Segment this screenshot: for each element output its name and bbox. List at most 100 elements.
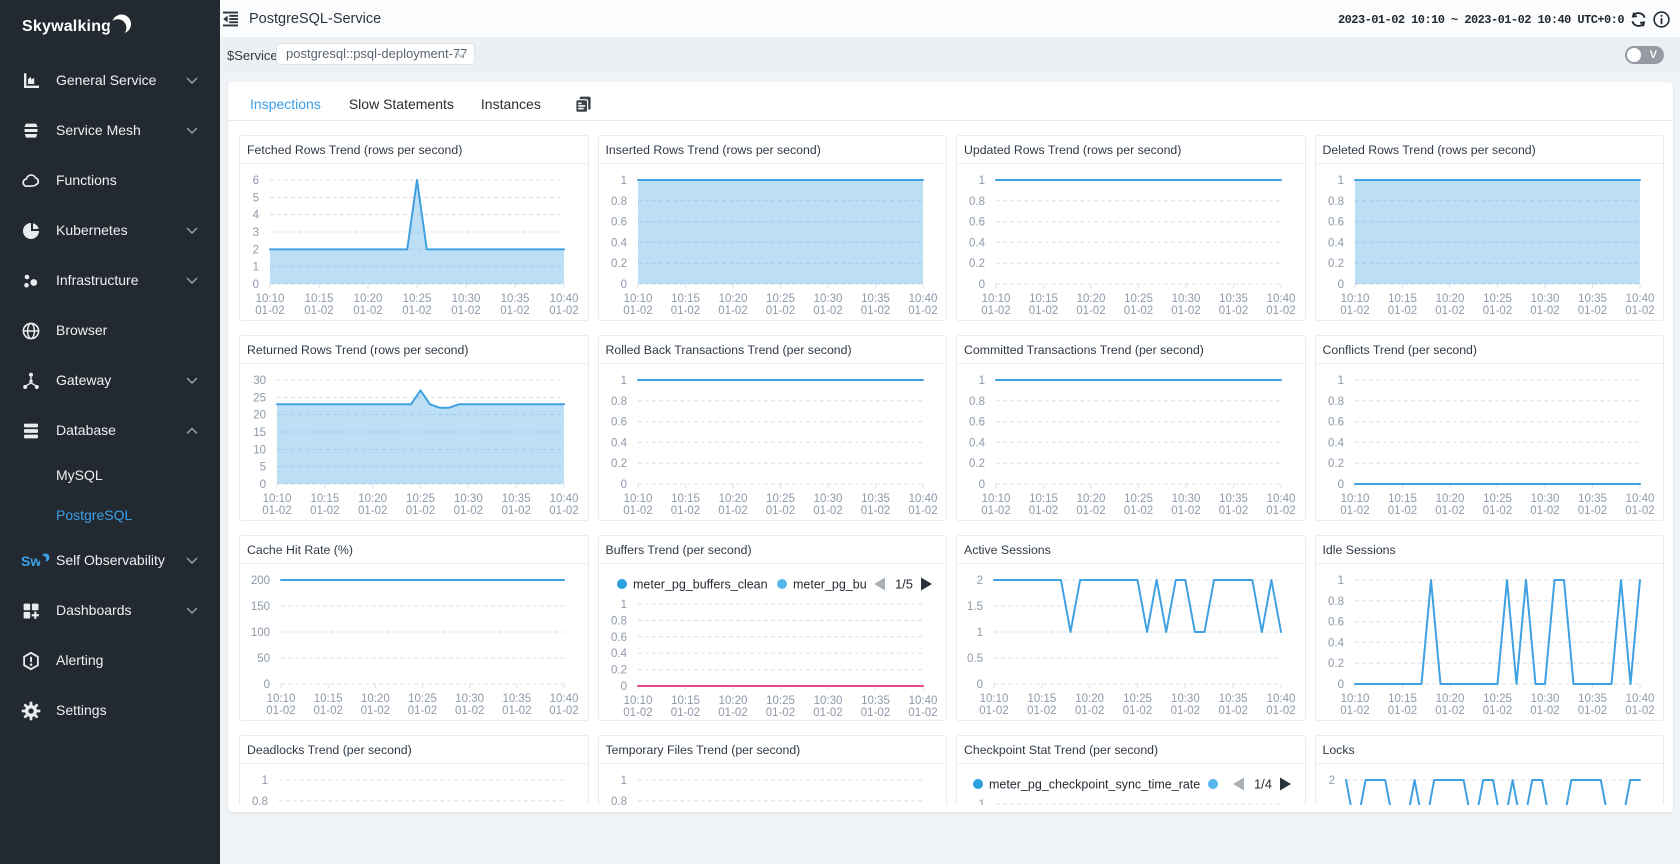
svg-text:10:35: 10:35 <box>861 293 890 305</box>
svg-text:0.2: 0.2 <box>1328 258 1344 270</box>
svg-text:01-02: 01-02 <box>860 707 889 719</box>
svg-text:0: 0 <box>264 679 270 691</box>
svg-text:01-02: 01-02 <box>455 705 484 717</box>
svg-text:10:25: 10:25 <box>1124 293 1153 305</box>
svg-text:10:15: 10:15 <box>314 693 343 705</box>
svg-text:10:10: 10:10 <box>980 693 1009 705</box>
svg-text:01-02: 01-02 <box>765 505 794 517</box>
svg-text:01-02: 01-02 <box>454 505 483 517</box>
svg-text:150: 150 <box>251 601 270 613</box>
svg-text:10:35: 10:35 <box>861 695 890 707</box>
svg-text:10:25: 10:25 <box>1124 493 1153 505</box>
svg-text:10: 10 <box>253 444 266 456</box>
svg-text:0.4: 0.4 <box>1328 437 1345 449</box>
svg-text:01-02: 01-02 <box>979 705 1008 717</box>
svg-text:0.8: 0.8 <box>611 196 627 208</box>
svg-text:Sw: Sw <box>21 553 41 569</box>
svg-text:01-02: 01-02 <box>266 705 295 717</box>
svg-text:10:15: 10:15 <box>1029 293 1058 305</box>
svg-text:01-02: 01-02 <box>1340 705 1369 717</box>
svg-text:01-02: 01-02 <box>1266 705 1295 717</box>
svg-text:10:35: 10:35 <box>1578 293 1607 305</box>
svg-text:01-02: 01-02 <box>406 505 435 517</box>
svg-text:0: 0 <box>253 279 259 291</box>
svg-text:10:15: 10:15 <box>1029 493 1058 505</box>
svg-text:10:35: 10:35 <box>1219 293 1248 305</box>
svg-text:01-02: 01-02 <box>1171 305 1200 317</box>
svg-text:10:25: 10:25 <box>766 293 795 305</box>
svg-text:0.6: 0.6 <box>969 417 985 429</box>
svg-text:01-02: 01-02 <box>500 305 529 317</box>
svg-text:10:15: 10:15 <box>671 695 700 707</box>
svg-text:01-02: 01-02 <box>1027 705 1056 717</box>
svg-text:01-02: 01-02 <box>1171 705 1200 717</box>
svg-text:01-02: 01-02 <box>1387 305 1416 317</box>
svg-text:01-02: 01-02 <box>813 305 842 317</box>
svg-text:01-02: 01-02 <box>304 305 333 317</box>
svg-text:01-02: 01-02 <box>981 505 1010 517</box>
svg-text:6: 6 <box>253 175 259 187</box>
svg-text:10:10: 10:10 <box>1340 493 1369 505</box>
svg-text:01-02: 01-02 <box>1171 505 1200 517</box>
svg-text:01-02: 01-02 <box>670 505 699 517</box>
svg-text:1: 1 <box>253 262 259 274</box>
svg-text:meter_pg_buffers_clean: meter_pg_buffers_clean <box>633 578 768 592</box>
svg-text:0.4: 0.4 <box>611 237 628 249</box>
svg-text:10:30: 10:30 <box>1530 493 1559 505</box>
svg-text:10:15: 10:15 <box>1388 493 1417 505</box>
svg-text:01-02: 01-02 <box>718 505 747 517</box>
svg-text:0.8: 0.8 <box>611 615 627 627</box>
svg-text:0: 0 <box>620 681 626 693</box>
svg-text:1: 1 <box>620 599 626 611</box>
svg-text:10:15: 10:15 <box>671 493 700 505</box>
svg-text:10:35: 10:35 <box>1578 493 1607 505</box>
svg-text:1: 1 <box>977 627 983 639</box>
svg-text:10:25: 10:25 <box>403 293 432 305</box>
svg-text:01-02: 01-02 <box>1577 305 1606 317</box>
svg-text:0.8: 0.8 <box>969 396 985 408</box>
svg-text:10:25: 10:25 <box>1483 693 1512 705</box>
svg-text:10:15: 10:15 <box>305 293 334 305</box>
svg-text:0.2: 0.2 <box>969 258 985 270</box>
svg-text:01-02: 01-02 <box>1340 305 1369 317</box>
svg-text:10:40: 10:40 <box>1267 293 1296 305</box>
svg-text:0.4: 0.4 <box>969 237 986 249</box>
svg-text:01-02: 01-02 <box>353 305 382 317</box>
svg-text:01-02: 01-02 <box>1266 305 1295 317</box>
svg-text:1: 1 <box>979 799 985 805</box>
svg-text:meter_pg_checkpoint_sync_time_: meter_pg_checkpoint_sync_time_rate <box>989 778 1200 792</box>
svg-text:0: 0 <box>620 279 626 291</box>
svg-text:0.8: 0.8 <box>1328 596 1344 608</box>
svg-text:3: 3 <box>253 227 259 239</box>
svg-text:01-02: 01-02 <box>1577 505 1606 517</box>
svg-text:0.8: 0.8 <box>1328 396 1344 408</box>
svg-text:10:40: 10:40 <box>1267 493 1296 505</box>
svg-text:01-02: 01-02 <box>1482 505 1511 517</box>
svg-text:10:10: 10:10 <box>982 493 1011 505</box>
svg-text:0: 0 <box>260 479 266 491</box>
svg-text:0.4: 0.4 <box>1328 637 1345 649</box>
svg-text:01-02: 01-02 <box>718 707 747 719</box>
svg-text:10:35: 10:35 <box>1219 693 1248 705</box>
svg-text:01-02: 01-02 <box>361 705 390 717</box>
svg-text:01-02: 01-02 <box>1530 505 1559 517</box>
svg-text:01-02: 01-02 <box>549 505 578 517</box>
svg-text:0: 0 <box>1337 279 1343 291</box>
svg-text:2: 2 <box>1328 775 1334 787</box>
svg-text:10:30: 10:30 <box>454 493 483 505</box>
svg-text:01-02: 01-02 <box>623 305 652 317</box>
svg-text:01-02: 01-02 <box>670 305 699 317</box>
svg-text:01-02: 01-02 <box>549 305 578 317</box>
svg-text:2: 2 <box>253 244 259 256</box>
svg-text:1.5: 1.5 <box>967 601 983 613</box>
svg-text:01-02: 01-02 <box>718 305 747 317</box>
svg-text:10:30: 10:30 <box>1172 293 1201 305</box>
svg-text:4: 4 <box>253 210 260 222</box>
svg-text:10:25: 10:25 <box>406 493 435 505</box>
svg-text:01-02: 01-02 <box>860 505 889 517</box>
svg-text:01-02: 01-02 <box>860 305 889 317</box>
svg-text:10:20: 10:20 <box>354 293 383 305</box>
svg-text:10:35: 10:35 <box>1219 493 1248 505</box>
svg-text:01-02: 01-02 <box>765 305 794 317</box>
svg-text:01-02: 01-02 <box>358 505 387 517</box>
